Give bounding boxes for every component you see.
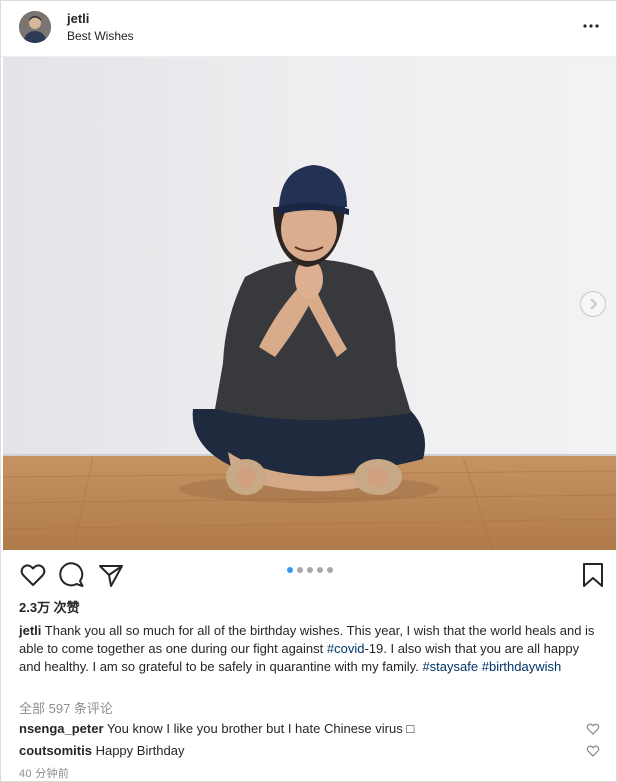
view-all-comments-link[interactable]: 全部 597 条评论 (19, 698, 113, 717)
chevron-right-icon (590, 298, 598, 310)
carousel-dot-3[interactable] (307, 567, 313, 573)
comment-username[interactable]: coutsomitis (19, 743, 92, 758)
carousel-dot-5[interactable] (327, 567, 333, 573)
post-username[interactable]: jetli (67, 11, 89, 26)
post-caption: jetli Thank you all so much for all of t… (19, 622, 603, 676)
save-bookmark-icon[interactable] (579, 561, 607, 589)
post-location[interactable]: Best Wishes (67, 29, 134, 43)
comment-username[interactable]: nsenga_peter (19, 721, 104, 736)
carousel-dot-1[interactable] (287, 567, 293, 573)
caption-username[interactable]: jetli (19, 623, 41, 638)
carousel-indicator (287, 567, 333, 573)
comment-item: coutsomitis Happy Birthday (19, 743, 589, 758)
comment-like-heart-icon[interactable] (586, 722, 600, 736)
like-count[interactable]: 2.3万 次赞 (19, 597, 80, 616)
comment-item: nsenga_peter You know I like you brother… (19, 721, 589, 736)
carousel-dot-2[interactable] (297, 567, 303, 573)
avatar[interactable] (19, 11, 51, 43)
hashtag-covid[interactable]: #covid (327, 641, 365, 656)
share-paper-plane-icon[interactable] (97, 561, 125, 589)
action-bar (1, 559, 617, 591)
instagram-post: jetli Best Wishes 2.3万 次赞 jetli Thank yo… (0, 0, 617, 782)
post-header: jetli Best Wishes (1, 1, 617, 57)
hashtag-staysafe[interactable]: #staysafe (422, 659, 478, 674)
comment-bubble-icon[interactable] (58, 561, 86, 589)
more-options-icon[interactable] (580, 15, 602, 37)
like-heart-icon[interactable] (19, 561, 47, 589)
comment-text: Happy Birthday (91, 743, 185, 758)
comment-text: You know I like you brother but I hate C… (103, 721, 415, 736)
hashtag-birthdaywish[interactable]: #birthdaywish (482, 659, 562, 674)
post-image[interactable] (3, 57, 616, 550)
carousel-dot-4[interactable] (317, 567, 323, 573)
post-timestamp[interactable]: 40 分钟前 (19, 765, 69, 781)
photo-illustration (3, 57, 616, 550)
carousel-next-button[interactable] (580, 291, 606, 317)
comment-like-heart-icon[interactable] (586, 744, 600, 758)
